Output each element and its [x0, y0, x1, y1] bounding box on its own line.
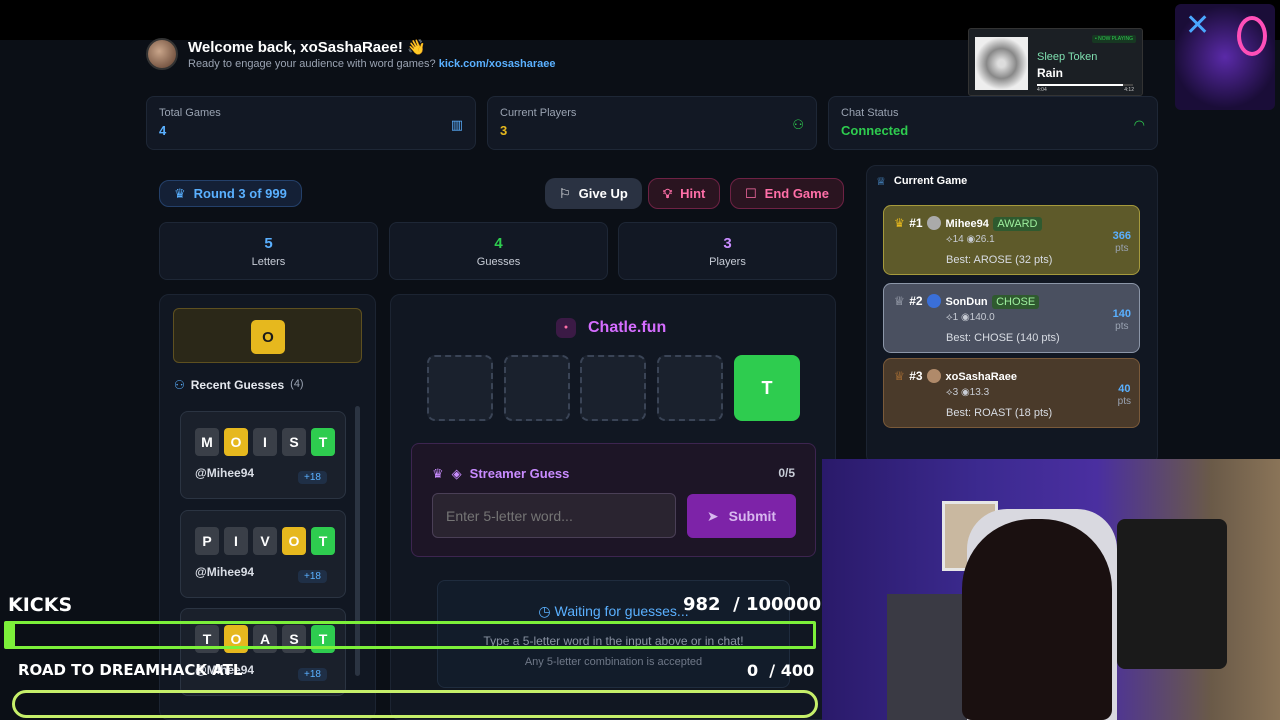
microphone-arm — [1117, 519, 1227, 669]
track-progress — [1037, 84, 1133, 86]
trophy-icon: ♕ — [894, 294, 905, 308]
webcam-feed — [822, 459, 1280, 720]
letter-tile: T — [311, 428, 335, 456]
stat-current-players: Current Players 3 ⚇ — [487, 96, 817, 150]
guess-tiles: PIVOT — [195, 527, 345, 555]
kicks-progress-text: 982 / 100000 — [683, 594, 822, 615]
letter-tile: S — [282, 428, 306, 456]
clock-icon: ◷ — [538, 603, 551, 619]
crown-icon: ♛ — [432, 466, 444, 481]
stop-icon: ☐ — [745, 185, 757, 201]
hint-box: O — [173, 308, 362, 363]
users-icon: ⚇ — [174, 378, 185, 392]
submit-button[interactable]: ➤ Submit — [687, 494, 796, 538]
trophy-icon: ♕ — [876, 176, 886, 188]
leaderboard-row: ♕ #2 SonDun CHOSE ⟡1 ◉140.0 Best: CHOSE … — [883, 283, 1140, 353]
leaderboard-row: ♕ #3 xoSashaRaee ⟡3 ◉13.3 Best: ROAST (1… — [883, 358, 1140, 428]
letters-card: 5 Letters — [159, 222, 378, 280]
letter-tile: V — [253, 527, 277, 555]
hint-button[interactable]: 💡︎ Hint — [648, 178, 721, 209]
letter-slot-4 — [657, 355, 723, 421]
user-icon: ⚇ — [792, 117, 804, 132]
wifi-icon: ◠ — [1133, 117, 1145, 132]
x-logo-mark: ✕ — [1185, 9, 1211, 42]
letter-tile: O — [224, 428, 248, 456]
guess-tiles: MOIST — [195, 428, 345, 456]
crown-icon: ♛ — [894, 216, 905, 230]
letter-slot-3 — [580, 355, 646, 421]
avatar[interactable] — [146, 38, 178, 70]
avatar — [927, 293, 942, 308]
o-logo-mark — [1237, 16, 1267, 56]
welcome-header: Welcome back, xoSashaRaee! 👋 Ready to en… — [146, 38, 556, 70]
kicks-label: KICKS — [8, 594, 73, 616]
round-badge: ♛ Round 3 of 999 — [159, 180, 302, 207]
stat-chat-status: Chat Status Connected ◠ — [828, 96, 1158, 150]
letter-slot-5: T — [734, 355, 800, 421]
guess-card-2: PIVOT @Mihee94 +18 — [180, 510, 346, 598]
letter-tile: P — [195, 527, 219, 555]
end-game-button[interactable]: ☐ End Game — [730, 178, 844, 209]
leaderboard-row: ♛ #1 Mihee94 AWARD ⟡14 ◉26.1 Best: AROSE… — [883, 205, 1140, 275]
avatar — [927, 368, 942, 383]
guess-points: +18 — [298, 471, 327, 484]
welcome-subtitle: Ready to engage your audience with word … — [188, 58, 556, 70]
guess-points: +18 — [298, 668, 327, 681]
welcome-title: Welcome back, xoSashaRaee! 👋 — [188, 39, 426, 56]
channel-logo: ✕ — [1175, 4, 1275, 110]
hint-letter-tile: O — [251, 320, 285, 354]
guess-points: +18 — [298, 570, 327, 583]
letter-slot-1 — [427, 355, 493, 421]
letter-tile: O — [282, 527, 306, 555]
stat-total-games: Total Games 4 ▥ — [146, 96, 476, 150]
flag-icon: ⚐ — [559, 185, 571, 201]
letter-tile: M — [195, 428, 219, 456]
track-progress-fill — [1037, 84, 1124, 86]
gamepad-icon: ◈ — [451, 466, 462, 481]
road-progress-text: 0 / 400 — [747, 661, 815, 680]
lightbulb-icon: 💡︎ — [663, 185, 673, 201]
album-art — [975, 37, 1028, 90]
guess-counter: 0/5 — [778, 466, 795, 480]
give-up-button[interactable]: ⚐ Give Up — [545, 178, 642, 209]
road-label: ROAD TO DREAMHACK ATL — [18, 661, 243, 679]
letter-tile: I — [253, 428, 277, 456]
letter-tile: T — [311, 527, 335, 555]
guesses-card: 4 Guesses — [389, 222, 608, 280]
now-playing-widget: • NOW PLAYING Sleep Token Rain 4:04 4:12 — [968, 28, 1143, 96]
letter-tile: I — [224, 527, 248, 555]
send-icon: ➤ — [706, 507, 719, 524]
streamer — [962, 519, 1112, 720]
chatle-logo-icon: ● — [556, 318, 576, 338]
streamer-guess-box: ♛◈Streamer Guess 0/5 ➤Submit — [411, 443, 816, 557]
kicks-progress-bar — [4, 621, 816, 649]
channel-link[interactable]: kick.com/xosasharaee — [439, 58, 556, 70]
players-card: 3 Players — [618, 222, 837, 280]
brand: ● Chatle.fun — [556, 318, 666, 338]
letter-slot-2 — [504, 355, 570, 421]
road-progress-bar — [12, 690, 818, 718]
bar-chart-icon: ▥ — [450, 117, 463, 132]
kicks-progress-fill — [7, 624, 15, 646]
word-input[interactable] — [432, 493, 676, 538]
medal-icon: ♕ — [894, 369, 905, 383]
recent-guesses-header: ⚇ Recent Guesses (4) — [174, 378, 304, 392]
crown-icon: ♛ — [174, 185, 186, 201]
guess-card-1: MOIST @Mihee94 +18 — [180, 411, 346, 499]
avatar — [927, 215, 942, 230]
current-game-header: ♕ Current Game — [876, 175, 968, 188]
